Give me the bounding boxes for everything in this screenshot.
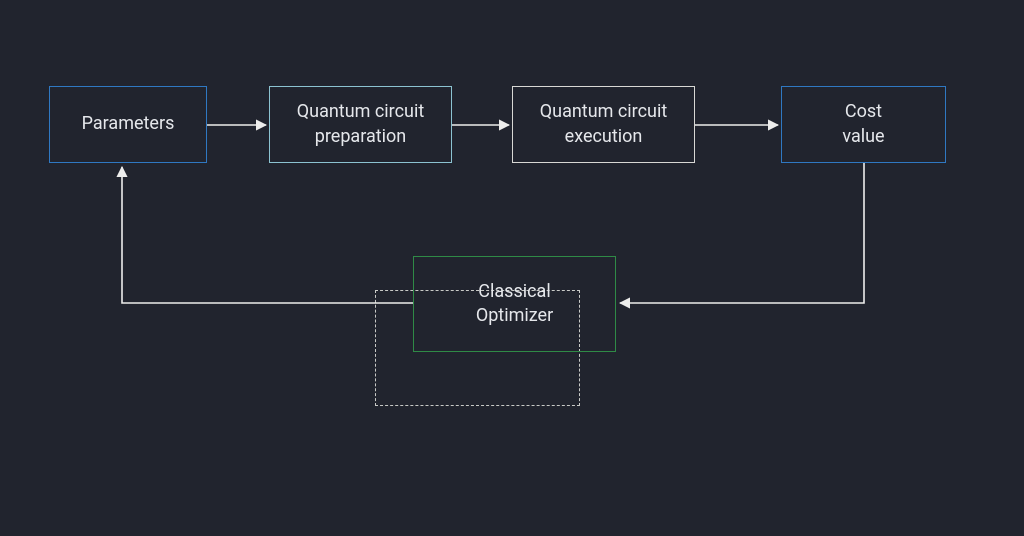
node-exec-label: Quantum circuitexecution [540,100,667,149]
node-quantum-circuit-execution: Quantum circuitexecution [512,86,695,163]
node-optimizer-label: ClassicalOptimizer [476,280,553,329]
node-parameters-label: Parameters [82,112,175,136]
vqa-loop-diagram: Parameters Quantum circuitpreparation Qu… [0,0,1024,536]
node-quantum-circuit-preparation: Quantum circuitpreparation [269,86,452,163]
node-cost-label: Costvalue [842,100,884,149]
node-classical-optimizer: ClassicalOptimizer [413,256,616,352]
node-prep-label: Quantum circuitpreparation [297,100,424,149]
node-parameters: Parameters [49,86,207,163]
node-cost-value: Costvalue [781,86,946,163]
edge-optimizer-to-parameters [122,167,413,303]
edge-cost-to-optimizer [620,163,864,303]
